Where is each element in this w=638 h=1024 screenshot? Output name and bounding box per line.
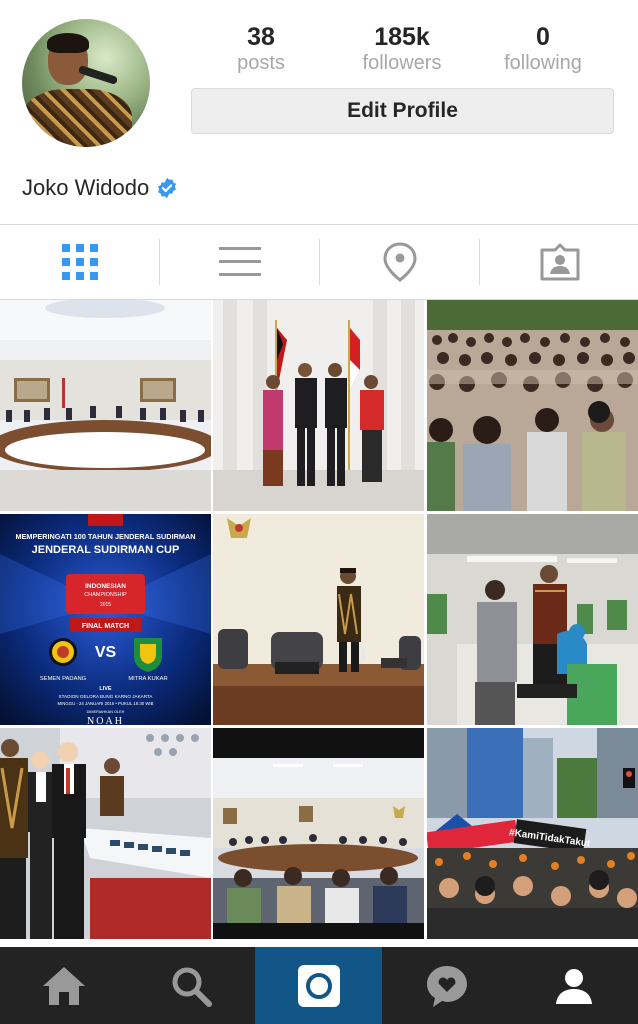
edit-profile-button[interactable]: Edit Profile: [191, 88, 614, 134]
photo-cabinet-meeting-room: [0, 300, 211, 511]
photo-flags-handshake: [213, 300, 424, 511]
profile-view-tabs: [0, 224, 638, 300]
poster-live: LIVE: [99, 686, 112, 692]
tab-tagged-photos[interactable]: [480, 225, 638, 299]
grid-icon: [61, 244, 98, 280]
home-icon: [42, 966, 85, 1005]
followers-label: followers: [362, 52, 442, 74]
post-thumbnail[interactable]: #KamiTidakTakut: [427, 728, 638, 939]
profile-header: 38 posts 185k followers 0 following Edit…: [0, 0, 638, 224]
heart-bubble-icon: [426, 965, 467, 1007]
poster-title: JENDERAL SUDIRMAN CUP: [32, 544, 180, 556]
post-thumbnail[interactable]: [213, 300, 424, 511]
tab-grid-view[interactable]: [0, 225, 159, 299]
followers-count: 185k: [374, 23, 430, 51]
poster-badge-year: 2015: [100, 602, 111, 608]
camera-icon: [297, 964, 340, 1007]
search-icon: [172, 967, 212, 1007]
person-icon: [555, 968, 592, 1004]
nav-activity[interactable]: [383, 947, 510, 1024]
bottom-navigation-bar: [0, 947, 638, 1024]
photo-office-standing: [213, 514, 424, 725]
nav-profile[interactable]: [510, 947, 637, 1024]
poster-team1: SEMEN PADANG: [40, 676, 87, 682]
posts-count: 38: [247, 23, 275, 51]
post-thumbnail[interactable]: [0, 728, 211, 939]
photo-meeting-table: [213, 728, 424, 939]
photo-factory-visit: [427, 514, 638, 725]
nav-search[interactable]: [127, 947, 254, 1024]
avatar-shirt: [22, 89, 132, 147]
post-thumbnail[interactable]: [427, 514, 638, 725]
poster-badge-line2: CHAMPIONSHIP: [84, 592, 127, 598]
photo-sudirman-cup-poster: MEMPERINGATI 100 TAHUN JENDERAL SUDIRMAN…: [0, 514, 211, 725]
photo-street-rally: #KamiTidakTakut: [427, 728, 638, 939]
tab-list-view[interactable]: [160, 225, 319, 299]
poster-venue: STADION GELORA BUNG KARNO JAKARTA: [59, 694, 154, 699]
tab-photo-map[interactable]: [320, 225, 479, 299]
following-count: 0: [536, 23, 550, 51]
poster-headline: MEMPERINGATI 100 TAHUN JENDERAL SUDIRMAN: [15, 532, 195, 541]
post-thumbnail[interactable]: [427, 300, 638, 511]
poster-sponsor: NOAH: [87, 716, 124, 725]
posts-grid: MEMPERINGATI 100 TAHUN JENDERAL SUDIRMAN…: [0, 300, 638, 940]
verified-badge-icon: [158, 177, 177, 199]
post-thumbnail[interactable]: [213, 728, 424, 939]
poster-team2: MITRA KUKAR: [128, 676, 167, 682]
poster-sponsor-label: DIMERIAHKAN OLEH: [87, 710, 125, 714]
avatar-hair: [47, 33, 89, 53]
poster-ribbon: FINAL MATCH: [82, 623, 129, 630]
avatar[interactable]: [22, 19, 150, 147]
stat-followers[interactable]: 185k followers: [332, 22, 472, 74]
photo-train-model: [0, 728, 211, 939]
list-icon: [218, 247, 261, 276]
poster-badge-line1: INDONESIAN: [85, 583, 126, 590]
stat-following[interactable]: 0 following: [473, 22, 613, 74]
post-thumbnail[interactable]: [0, 300, 211, 511]
profile-name-row: Joko Widodo: [22, 173, 178, 203]
poster-date: MINGGU - 24 JANUARI 2016 • PUKUL 18.30 W…: [58, 701, 154, 706]
posts-label: posts: [237, 52, 285, 74]
post-thumbnail[interactable]: [213, 514, 424, 725]
profile-name: Joko Widodo: [22, 175, 150, 200]
nav-camera[interactable]: [255, 947, 382, 1024]
post-thumbnail[interactable]: MEMPERINGATI 100 TAHUN JENDERAL SUDIRMAN…: [0, 514, 211, 725]
following-label: following: [504, 52, 582, 74]
nav-home[interactable]: [0, 947, 127, 1024]
poster-vs: VS: [95, 644, 117, 661]
stat-posts[interactable]: 38 posts: [191, 22, 331, 74]
photo-crowd: [427, 300, 638, 511]
tagged-person-icon: [540, 243, 579, 281]
map-pin-icon: [382, 242, 417, 282]
